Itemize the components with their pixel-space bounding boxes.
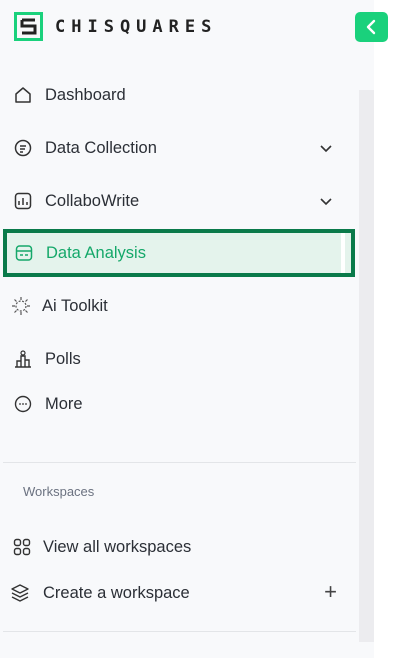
brand-logo[interactable]: CHISQUARES	[14, 12, 217, 41]
nav-item-dashboard[interactable]: Dashboard	[3, 73, 353, 117]
nav-item-data-collection[interactable]: Data Collection	[3, 126, 353, 170]
nav-item-label: Data Analysis	[46, 243, 146, 262]
collapse-sidebar-button[interactable]	[355, 12, 388, 42]
polls-icon	[12, 348, 34, 370]
nav-item-label: CollaboWrite	[45, 191, 140, 210]
nav-item-label: More	[45, 394, 83, 413]
nav-item-ai-toolkit[interactable]: Ai Toolkit	[3, 284, 353, 328]
add-workspace-button[interactable]: +	[324, 581, 337, 603]
ai-toolkit-icon	[10, 295, 32, 317]
chevron-down-icon[interactable]	[317, 192, 335, 210]
nav-item-label: Dashboard	[45, 85, 126, 104]
collabowrite-icon	[12, 190, 34, 212]
nav-item-polls[interactable]: Polls	[3, 337, 353, 381]
active-indicator	[341, 233, 345, 273]
nav-item-data-analysis[interactable]: Data Analysis	[3, 229, 355, 277]
layers-icon	[9, 582, 31, 604]
nav-item-label: Data Collection	[45, 138, 157, 157]
logo-icon	[14, 12, 43, 41]
brand-name: CHISQUARES	[55, 16, 218, 37]
chevron-left-icon	[366, 19, 375, 35]
chevron-down-icon[interactable]	[317, 139, 335, 157]
view-all-workspaces[interactable]: View all workspaces	[3, 525, 353, 569]
home-icon	[12, 84, 34, 106]
nav-item-more[interactable]: More	[3, 382, 353, 426]
nav-item-collabowrite[interactable]: CollaboWrite	[3, 179, 353, 223]
scrollbar[interactable]	[359, 90, 374, 642]
create-workspace-label: Create a workspace	[43, 583, 190, 602]
grid-icon	[11, 536, 33, 558]
nav-item-label: Polls	[45, 349, 81, 368]
divider	[3, 631, 356, 632]
sidebar: CHISQUARES Dashboard Data Collection Col…	[0, 0, 388, 658]
nav-item-label: Ai Toolkit	[42, 296, 108, 315]
data-collection-icon	[12, 137, 34, 159]
view-all-workspaces-label: View all workspaces	[43, 537, 192, 556]
data-analysis-icon	[13, 242, 35, 264]
workspaces-heading: Workspaces	[23, 484, 95, 499]
create-workspace[interactable]: Create a workspace +	[3, 571, 353, 615]
more-icon	[12, 393, 34, 415]
divider	[3, 462, 356, 463]
